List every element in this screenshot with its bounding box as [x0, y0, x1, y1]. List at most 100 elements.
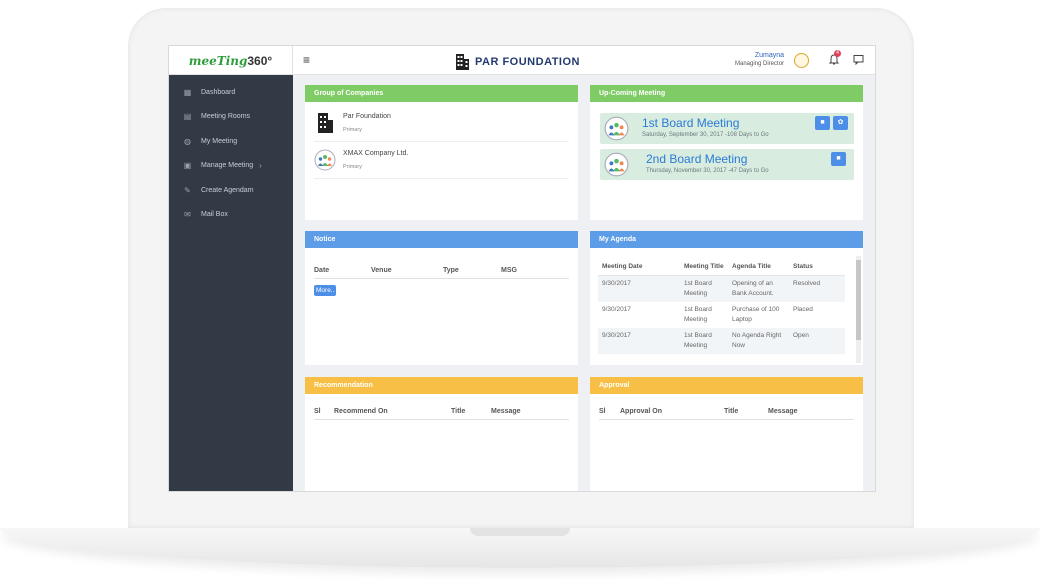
column-header: Sl	[314, 408, 321, 415]
panel-title: Approval	[590, 377, 863, 394]
notification-badge: 4	[834, 50, 841, 57]
company-name: Par Foundation	[343, 113, 391, 120]
panel-title: Notice	[305, 231, 578, 248]
org-title: PAR FOUNDATION	[455, 53, 580, 70]
scrollbar[interactable]	[856, 256, 861, 363]
meeting-card[interactable]: 1st Board Meeting Saturday, September 30…	[600, 113, 854, 144]
user-role: Managing Director	[735, 61, 785, 67]
sidebar-item-meeting-rooms[interactable]: ▤ Meeting Rooms	[169, 105, 293, 130]
company-item[interactable]: XMAX Company Ltd. Primary	[314, 142, 569, 179]
column-header: Title	[724, 408, 739, 415]
company-name: XMAX Company Ltd.	[343, 150, 409, 157]
panel-title: My Agenda	[590, 231, 863, 248]
agenda-table: Meeting Date Meeting Title Agenda Title …	[598, 258, 845, 354]
column-header: Venue	[371, 267, 392, 274]
building-icon	[456, 54, 469, 70]
column-header: Meeting Date	[598, 258, 680, 276]
menu-toggle-icon[interactable]: ≡	[303, 53, 310, 67]
sidebar-item-mail-box[interactable]: ✉ Mail Box	[169, 203, 293, 228]
column-header: MSG	[501, 267, 517, 274]
camera-icon[interactable]: ■	[815, 116, 830, 130]
more-button[interactable]: More..	[314, 285, 337, 296]
table-row[interactable]: 9/30/2017 1st Board Meeting No Agenda Ri…	[598, 328, 845, 354]
chat-icon[interactable]	[853, 54, 864, 65]
column-header: Agenda Title	[728, 258, 789, 276]
company-item[interactable]: Par Foundation Primary	[314, 105, 569, 142]
approval-table-header: Sl Approval On Title Message	[599, 403, 854, 420]
sidebar-item-label: Create Agendam	[201, 186, 254, 194]
building-icon	[318, 113, 333, 133]
meeting-date: Saturday, September 30, 2017 -108 Days t…	[642, 132, 769, 138]
user-info[interactable]: Zumayna Managing Director	[735, 52, 784, 68]
approval-panel: Approval Sl Approval On Title Message	[590, 377, 863, 491]
table-row[interactable]: 9/30/2017 1st Board Meeting Opening of a…	[598, 275, 845, 302]
camera-icon[interactable]: ■	[831, 152, 846, 166]
logo-text: meeTing360°	[188, 53, 273, 68]
mailbox-icon: ✉	[184, 210, 191, 220]
sidebar-item-my-meeting[interactable]: ◍ My Meeting	[169, 129, 293, 154]
avatar[interactable]	[794, 53, 809, 68]
meeting-title[interactable]: 1st Board Meeting	[642, 116, 739, 130]
pencil-icon: ✎	[184, 185, 191, 195]
column-header: Recommend On	[334, 408, 388, 415]
table-cell: Placed	[793, 306, 813, 313]
table-cell: 1st Board Meeting	[680, 328, 728, 354]
app-screen: meeTing360° ≡ PAR FOUNDATION Zumayna Man…	[168, 45, 876, 492]
sidebar-item-label: My Meeting	[201, 137, 238, 145]
table-header-row: Meeting Date Meeting Title Agenda Title …	[598, 258, 845, 276]
group-icon	[604, 152, 629, 177]
meeting-date: Thursday, November 30, 2017 -47 Days to …	[646, 168, 769, 174]
column-header: Sl	[599, 408, 606, 415]
group-of-companies-panel: Group of Companies Par Foundation Primar…	[305, 85, 578, 220]
panel-title: Group of Companies	[305, 85, 578, 102]
user-name: Zumayna	[754, 52, 785, 59]
laptop-notch	[470, 528, 570, 536]
manage-icon: ▣	[183, 161, 192, 171]
panel-title: Recommendation	[305, 377, 578, 394]
meeting-title[interactable]: 2nd Board Meeting	[646, 152, 747, 166]
table-cell: Opening of an Bank Account.	[728, 275, 789, 302]
sidebar-item-dashboard[interactable]: ▦ Dashboard	[169, 80, 293, 105]
sidebar-item-create-agendam[interactable]: ✎ Create Agendam	[169, 178, 293, 203]
sidebar-item-label: Dashboard	[201, 88, 236, 96]
table-cell: 1st Board Meeting	[680, 275, 728, 302]
recommendation-panel: Recommendation Sl Recommend On Title Mes…	[305, 377, 578, 491]
column-header: Meeting Title	[680, 258, 728, 276]
panel-title: Up-Coming Meeting	[590, 85, 863, 102]
table-cell: No Agenda Right Now	[728, 328, 789, 354]
table-cell: 9/30/2017	[598, 275, 680, 302]
table-cell: 1st Board Meeting	[684, 306, 712, 323]
sidebar-item-label: Meeting Rooms	[201, 113, 251, 121]
dashboard-icon: ▦	[183, 87, 192, 97]
table-cell: Purchase of 100 Laptop	[732, 306, 780, 323]
notice-table-header: Date Venue Type MSG	[314, 262, 569, 279]
sidebar: ▦ Dashboard ▤ Meeting Rooms ◍ My Meeting…	[169, 75, 293, 491]
column-header: Title	[451, 408, 466, 415]
scrollbar-thumb[interactable]	[856, 260, 861, 340]
table-cell: 9/30/2017	[598, 328, 680, 354]
org-name: PAR FOUNDATION	[475, 55, 580, 68]
globe-icon: ◍	[184, 136, 191, 146]
meeting-rooms-icon: ▤	[183, 112, 192, 122]
chevron-right-icon: ›	[259, 161, 262, 171]
sidebar-item-label: Mail Box	[201, 211, 228, 219]
company-tag: Primary	[343, 164, 362, 170]
notice-panel: Notice Date Venue Type MSG More..	[305, 231, 578, 365]
column-header: Date	[314, 267, 330, 274]
my-agenda-panel: My Agenda Meeting Date Meeting Title Age…	[590, 231, 863, 365]
table-cell: Resolved	[789, 275, 845, 302]
table-cell: 9/30/2017	[602, 306, 631, 313]
column-header: Message	[491, 408, 521, 415]
table-row[interactable]: 9/30/2017 1st Board Meeting Purchase of …	[598, 302, 845, 328]
settings-icon[interactable]: ✿	[833, 116, 848, 130]
sidebar-item-label: Manage Meeting	[201, 162, 254, 170]
meeting-card[interactable]: 2nd Board Meeting Thursday, November 30,…	[600, 149, 854, 180]
recommendation-table-header: Sl Recommend On Title Message	[314, 403, 569, 420]
group-icon	[314, 149, 336, 171]
logo[interactable]: meeTing360°	[169, 46, 293, 75]
sidebar-item-manage-meeting[interactable]: ▣ Manage Meeting ›	[169, 154, 293, 179]
top-bar: meeTing360° ≡ PAR FOUNDATION Zumayna Man…	[169, 46, 875, 75]
group-icon	[604, 116, 629, 141]
column-header: Type	[443, 267, 459, 274]
column-header: Status	[789, 258, 845, 276]
